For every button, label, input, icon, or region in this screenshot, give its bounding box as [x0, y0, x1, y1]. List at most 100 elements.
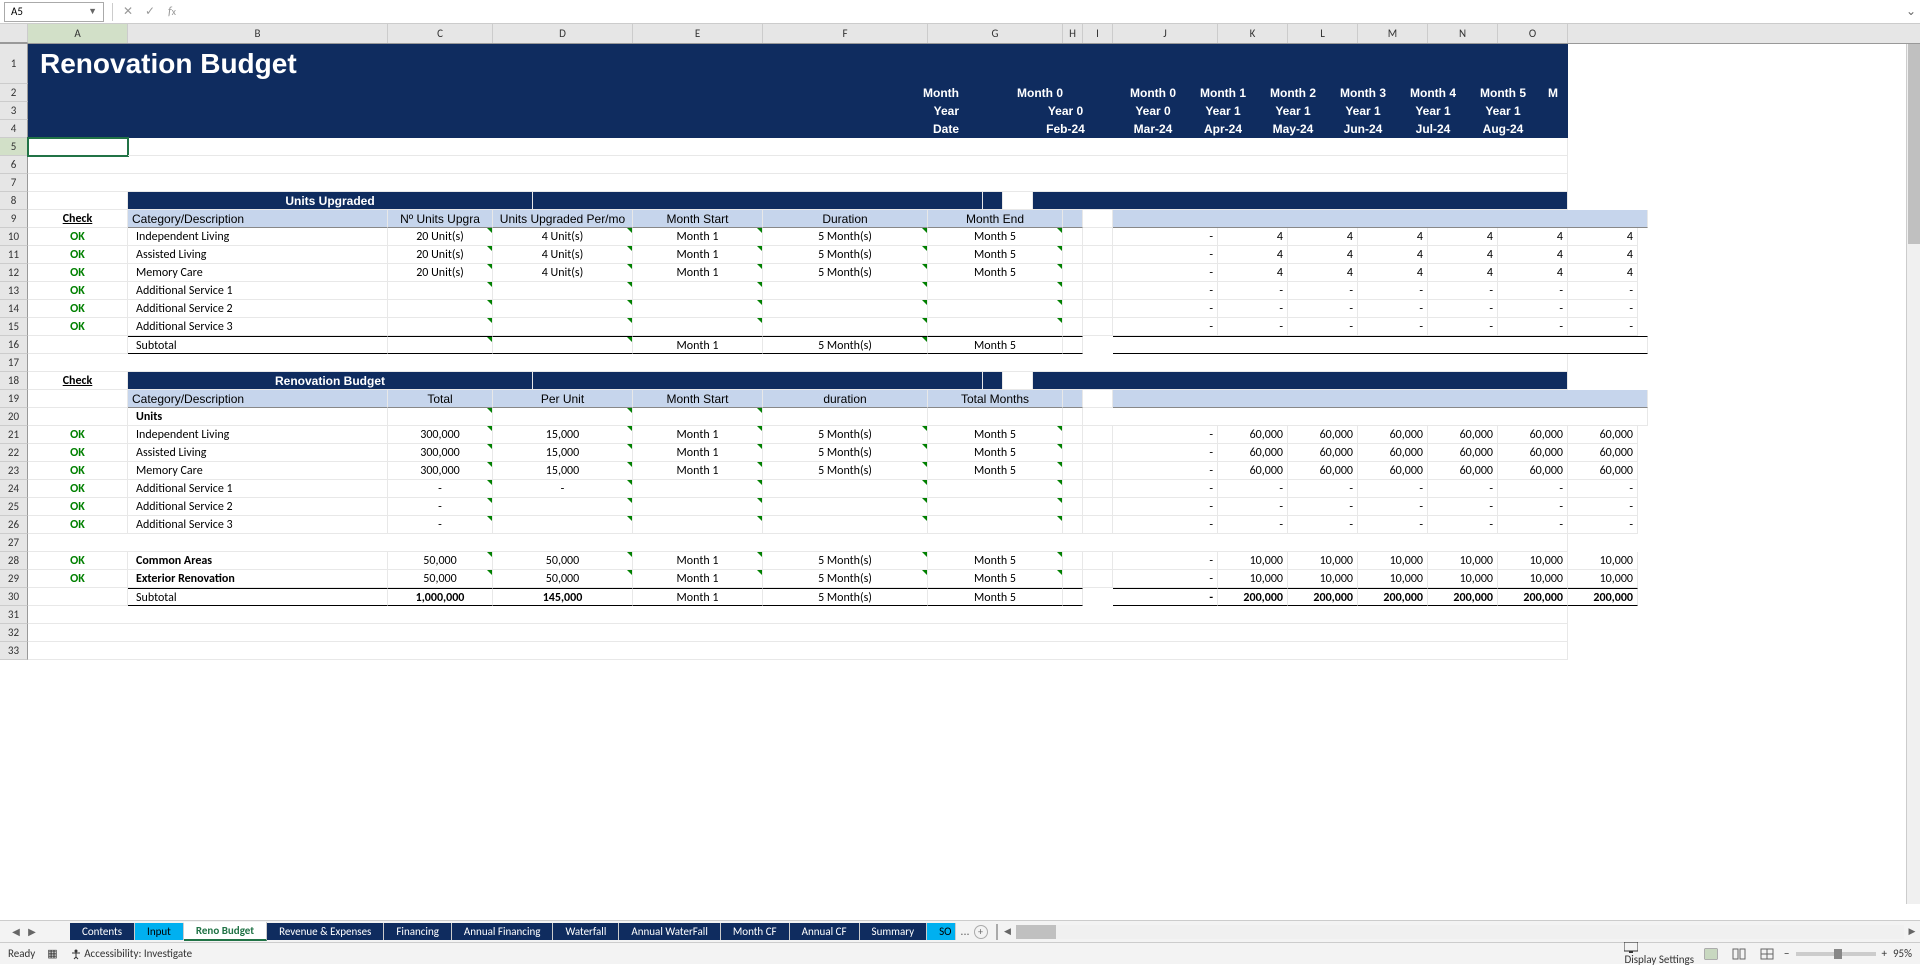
date-h-val: Feb-24 [1013, 120, 1118, 138]
row-header[interactable]: 4 [0, 120, 28, 138]
row-header[interactable]: 2 [0, 84, 28, 102]
row-7: 7 [0, 174, 1920, 192]
row-header[interactable]: 1 [0, 44, 28, 84]
tab-financing[interactable]: Financing [384, 923, 452, 940]
col-header[interactable]: A [28, 24, 128, 43]
row-desc[interactable]: Assisted Living [128, 246, 388, 264]
grid[interactable]: A B C D E F G H I J K L M N O 1 Renovati… [0, 24, 1920, 920]
tab-contents[interactable]: Contents [70, 923, 135, 940]
month-col: Month 3 [1328, 84, 1398, 102]
col-header[interactable]: D [493, 24, 633, 43]
check-status: OK [28, 462, 128, 480]
hscroll-left-icon[interactable]: ◀ [1000, 926, 1016, 937]
col-header[interactable]: G [928, 24, 1063, 43]
row-desc[interactable]: Additional Service 3 [128, 318, 388, 336]
col-header[interactable]: C [388, 24, 493, 43]
col-header[interactable]: I [1083, 24, 1113, 43]
year-label: Year [828, 102, 963, 120]
row-desc[interactable]: Exterior Renovation [128, 570, 388, 588]
tab-annual-waterfall[interactable]: Annual WaterFall [619, 923, 721, 940]
col-header[interactable]: L [1288, 24, 1358, 43]
row-2: 2 Month Month 0 Month 0 Month 1 Month 2 … [0, 84, 1920, 102]
column-headers[interactable]: A B C D E F G H I J K L M N O [0, 24, 1920, 44]
tab-so[interactable]: SO [927, 923, 956, 940]
vertical-scrollbar[interactable] [1906, 44, 1920, 904]
row-desc[interactable]: Additional Service 1 [128, 480, 388, 498]
name-box-text: A5 [11, 5, 23, 18]
tab-summary[interactable]: Summary [860, 923, 928, 940]
row-desc[interactable]: Additional Service 3 [128, 516, 388, 534]
row-desc[interactable]: Additional Service 1 [128, 282, 388, 300]
tab-nav-prev-icon[interactable]: ◀ [8, 925, 24, 938]
accessibility-status[interactable]: Accessibility: Investigate [70, 947, 192, 960]
zoom-out-icon[interactable]: − [1784, 947, 1789, 960]
date-label: Date [828, 120, 963, 138]
tab-revenue[interactable]: Revenue & Expenses [267, 923, 384, 940]
year-col: Year 1 [1398, 102, 1468, 120]
row-header[interactable]: 5 [0, 138, 28, 156]
zoom-slider[interactable] [1796, 952, 1876, 956]
tab-reno-budget[interactable]: Reno Budget [184, 922, 267, 941]
month-col: Month 0 [1118, 84, 1188, 102]
row-desc[interactable]: Additional Service 2 [128, 300, 388, 318]
horizontal-scrollbar[interactable] [1016, 925, 1904, 939]
cancel-formula-icon[interactable]: ✕ [117, 2, 139, 22]
row-desc[interactable]: Common Areas [128, 552, 388, 570]
name-box-dropdown-icon[interactable]: ▼ [88, 6, 97, 17]
col-header[interactable]: H [1063, 24, 1083, 43]
date-col: May-24 [1258, 120, 1328, 138]
row-desc[interactable]: Additional Service 2 [128, 498, 388, 516]
reno-budget-header: Renovation Budget [128, 372, 533, 390]
rb-col-dur: duration [763, 390, 928, 408]
row-desc[interactable]: Memory Care [128, 462, 388, 480]
col-header[interactable]: E [633, 24, 763, 43]
col-header[interactable]: J [1113, 24, 1218, 43]
name-box[interactable]: A5 ▼ [4, 2, 104, 22]
display-settings[interactable]: Display Settings [1624, 942, 1694, 966]
row-header[interactable]: 3 [0, 102, 28, 120]
col-header[interactable]: N [1428, 24, 1498, 43]
select-all-corner[interactable] [0, 24, 28, 43]
col-header[interactable]: M [1358, 24, 1428, 43]
macro-icon[interactable]: ▦ [47, 947, 57, 960]
page-break-view-icon[interactable] [1756, 946, 1778, 962]
row-desc[interactable]: Independent Living [128, 228, 388, 246]
month-col: Month 5 [1468, 84, 1538, 102]
hscroll-right-icon[interactable]: ▶ [1904, 926, 1920, 937]
col-permo: Units Upgraded Per/mo [493, 210, 633, 228]
accept-formula-icon[interactable]: ✓ [139, 2, 161, 22]
col-header[interactable]: F [763, 24, 928, 43]
tab-more[interactable]: ... [956, 925, 973, 939]
month-col: Month 2 [1258, 84, 1328, 102]
selected-cell[interactable] [28, 138, 128, 156]
tab-annual-cf[interactable]: Annual CF [790, 923, 860, 940]
sub-start: Month 1 [633, 336, 763, 354]
row-desc[interactable]: Assisted Living [128, 444, 388, 462]
expand-formula-icon[interactable]: ⌄ [1902, 4, 1920, 19]
row-9: 9 Check Category/Description Nº Units Up… [0, 210, 1920, 228]
col-header[interactable]: O [1498, 24, 1568, 43]
year-col: Year 1 [1258, 102, 1328, 120]
tab-input[interactable]: Input [135, 923, 184, 940]
tab-nav-next-icon[interactable]: ▶ [24, 925, 40, 938]
tab-waterfall[interactable]: Waterfall [553, 923, 619, 940]
new-sheet-icon[interactable]: + [974, 925, 988, 939]
col-header[interactable]: B [128, 24, 388, 43]
row-8: 8 Units Upgraded [0, 192, 1920, 210]
row-19: 19 Category/Description Total Per Unit M… [0, 390, 1920, 408]
row-desc[interactable]: Independent Living [128, 426, 388, 444]
tab-annual-financing[interactable]: Annual Financing [452, 923, 554, 940]
normal-view-icon[interactable] [1700, 946, 1722, 962]
year-col: Year 0 [1118, 102, 1188, 120]
fx-icon[interactable]: fx [161, 2, 183, 22]
formula-input[interactable] [183, 2, 1902, 22]
zoom-level[interactable]: 95% [1893, 947, 1912, 960]
date-col: Jul-24 [1398, 120, 1468, 138]
page-layout-view-icon[interactable] [1728, 946, 1750, 962]
zoom-in-icon[interactable]: + [1882, 947, 1887, 960]
row-desc[interactable]: Memory Care [128, 264, 388, 282]
formula-bar: A5 ▼ ✕ ✓ fx ⌄ [0, 0, 1920, 24]
col-header[interactable]: K [1218, 24, 1288, 43]
year-col: Year 1 [1328, 102, 1398, 120]
tab-month-cf[interactable]: Month CF [721, 923, 790, 940]
